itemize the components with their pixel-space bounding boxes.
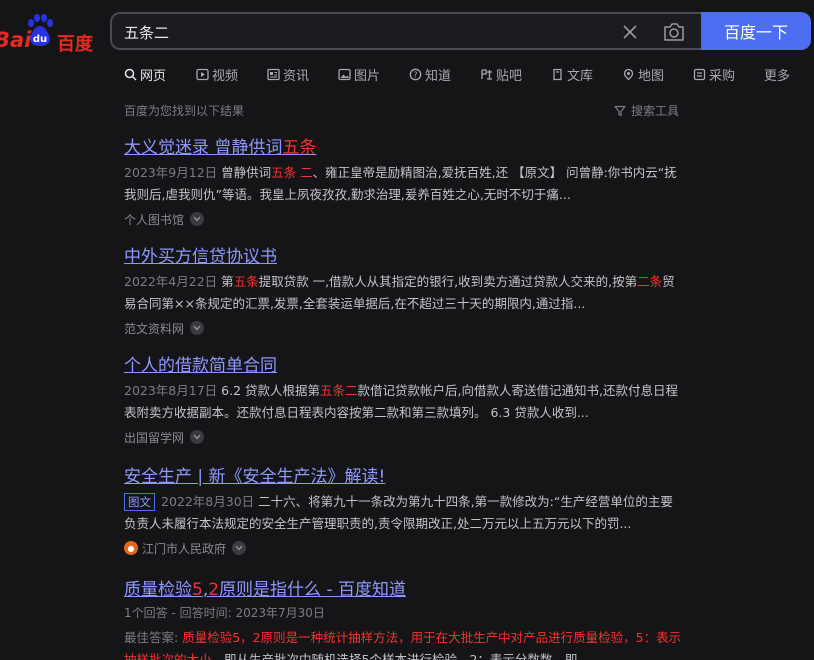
- result-item: 安全生产 | 新《安全生产法》解读! 图文 2022年8月30日 二十六、将第九十一…: [124, 462, 684, 557]
- tab-zhidao[interactable]: ? 知道: [409, 64, 451, 84]
- result-item: 大义觉迷录 曾静供词五条 2023年9月12日 曾静供词五条 二、雍正皇帝是励精图…: [124, 133, 684, 228]
- result-title-highlight: 五条: [282, 138, 317, 158]
- abstract-text: 第: [221, 274, 234, 289]
- result-count: 百度为您找到以下结果: [124, 104, 245, 118]
- result-title-highlight: 5: [192, 580, 203, 600]
- result-title[interactable]: 质量检验5,2原则是指什么 - 百度知道: [124, 575, 684, 600]
- result-title-text: 原则是指什么 - 百度知道: [219, 580, 407, 600]
- result-abstract: 2023年8月17日 6.2 贷款人根据第五条二款借记贷款帐户后,向借款人寄送借记…: [124, 380, 684, 424]
- search-tools-button[interactable]: 搜索工具: [614, 102, 679, 119]
- search-icon: [124, 68, 137, 81]
- result-item: 中外买方信贷协议书 2022年4月22日 第五条提取贷款 一,借款人从其指定的银行…: [124, 242, 684, 337]
- tab-wenku-label: 文库: [567, 68, 594, 84]
- result-title-text: 质量检验: [124, 580, 192, 600]
- government-emblem-icon: ●: [124, 541, 138, 555]
- chevron-down-icon[interactable]: [190, 430, 205, 444]
- result-title[interactable]: 安全生产 | 新《安全生产法》解读!: [124, 462, 684, 487]
- tab-map-label: 地图: [638, 68, 665, 84]
- svg-text:?: ?: [413, 70, 417, 79]
- tab-news[interactable]: 资讯: [267, 64, 309, 84]
- result-source: ● 江门市人民政府: [124, 539, 684, 557]
- tab-video-label: 视频: [212, 68, 239, 84]
- tab-purchase-label: 采购: [709, 68, 736, 84]
- result-title[interactable]: 个人的借款简单合同: [124, 351, 684, 376]
- source-name[interactable]: 个人图书馆: [124, 211, 184, 228]
- abstract-text: 6.2 贷款人根据第: [221, 383, 321, 398]
- doc-icon: [553, 68, 562, 80]
- tab-images-label: 图片: [354, 68, 381, 84]
- result-source: 个人图书馆: [124, 210, 684, 228]
- chevron-down-icon[interactable]: [232, 541, 247, 555]
- tab-web-label: 网页: [140, 68, 167, 84]
- logo-cn-text: 百度: [57, 34, 93, 55]
- image-icon: [338, 68, 351, 80]
- abstract-highlight: 五条 二: [271, 165, 313, 180]
- search-box: [110, 12, 702, 50]
- result-date: 2022年4月22日: [124, 274, 218, 289]
- result-title-highlight: 2: [208, 580, 220, 600]
- question-icon: ?: [409, 68, 422, 80]
- abstract-highlight: 五条二: [320, 383, 358, 398]
- result-date: 2023年8月17日: [124, 383, 218, 398]
- chevron-down-icon[interactable]: [190, 212, 205, 226]
- result-date: 2023年9月12日: [124, 165, 218, 180]
- map-icon: [623, 68, 634, 80]
- tab-purchase[interactable]: 采购: [693, 64, 735, 84]
- tuwen-badge: 图文: [124, 493, 155, 511]
- video-icon: [196, 68, 209, 80]
- abstract-highlight: 五条: [233, 274, 259, 289]
- result-item: 质量检验5,2原则是指什么 - 百度知道 1个回答 - 回答时间: 2023年7…: [124, 575, 684, 660]
- result-title[interactable]: 中外买方信贷协议书: [124, 242, 684, 267]
- tab-images[interactable]: 图片: [338, 64, 380, 84]
- tab-web[interactable]: 网页: [124, 64, 166, 84]
- filter-icon: [614, 105, 626, 116]
- camera-icon[interactable]: [662, 21, 686, 43]
- search-button[interactable]: 百度一下: [701, 12, 811, 50]
- search-input[interactable]: [124, 21, 604, 43]
- tab-tieba-label: 贴吧: [496, 68, 523, 84]
- abstract-text: 提取贷款 一,借款人从其指定的银行,收到卖方通过贷款人交来的,按第: [258, 274, 638, 289]
- tab-more-label: 更多: [764, 68, 791, 84]
- source-name[interactable]: 江门市人民政府: [142, 540, 226, 557]
- result-title[interactable]: 大义觉迷录 曾静供词五条: [124, 133, 684, 158]
- tab-news-label: 资讯: [283, 68, 310, 84]
- purchase-icon: [693, 68, 706, 80]
- result-source: 范文资料网: [124, 319, 684, 337]
- result-source: 出国留学网: [124, 428, 684, 446]
- result-title-text: 大义觉迷录 曾静供词: [124, 138, 283, 158]
- best-answer-label: 最佳答案:: [124, 630, 179, 645]
- source-name[interactable]: 出国留学网: [124, 429, 184, 446]
- chevron-down-icon[interactable]: [190, 321, 205, 335]
- search-tools-label: 搜索工具: [631, 104, 680, 118]
- paw-icon: du: [28, 14, 53, 46]
- news-icon: [267, 68, 280, 80]
- result-item: 个人的借款简单合同 2023年8月17日 6.2 贷款人根据第五条二款借记贷款帐户…: [124, 351, 684, 446]
- result-abstract: 图文 2022年8月30日 二十六、将第九十一条改为第九十四条,第一款修改为:“生产…: [124, 491, 684, 535]
- tab-zhidao-label: 知道: [425, 68, 452, 84]
- baidu-logo[interactable]: Bai du 百度: [0, 14, 100, 55]
- answer-meta: 1个回答 - 回答时间: 2023年7月30日: [124, 606, 325, 620]
- tab-video[interactable]: 视频: [196, 64, 238, 84]
- answer-text: 。即从生产批次中随机选择5个样本进行检验，2：表示分数数，即...: [211, 652, 590, 660]
- tab-map[interactable]: 地图: [622, 64, 664, 84]
- result-abstract: 2022年4月22日 第五条提取贷款 一,借款人从其指定的银行,收到卖方通过贷款人…: [124, 271, 684, 315]
- abstract-highlight: 二条: [637, 274, 663, 289]
- tieba-icon: [481, 68, 492, 80]
- logo-du-text: du: [33, 34, 47, 45]
- source-name[interactable]: 范文资料网: [124, 320, 184, 337]
- result-abstract: 2023年9月12日 曾静供词五条 二、雍正皇帝是励精图治,爱抚百姓,还 【原文】…: [124, 162, 684, 206]
- abstract-text: 曾静供词: [221, 165, 272, 180]
- result-date: 2022年8月30日: [161, 494, 255, 509]
- close-icon[interactable]: [620, 22, 640, 42]
- tab-tieba[interactable]: 贴吧: [480, 64, 522, 84]
- tab-wenku[interactable]: 文库: [551, 64, 593, 84]
- best-answer: 最佳答案: 质量检验5，2原则是一种统计抽样方法，用于在大批生产中对产品进行质量…: [124, 627, 684, 660]
- tab-more[interactable]: 更多: [764, 64, 790, 84]
